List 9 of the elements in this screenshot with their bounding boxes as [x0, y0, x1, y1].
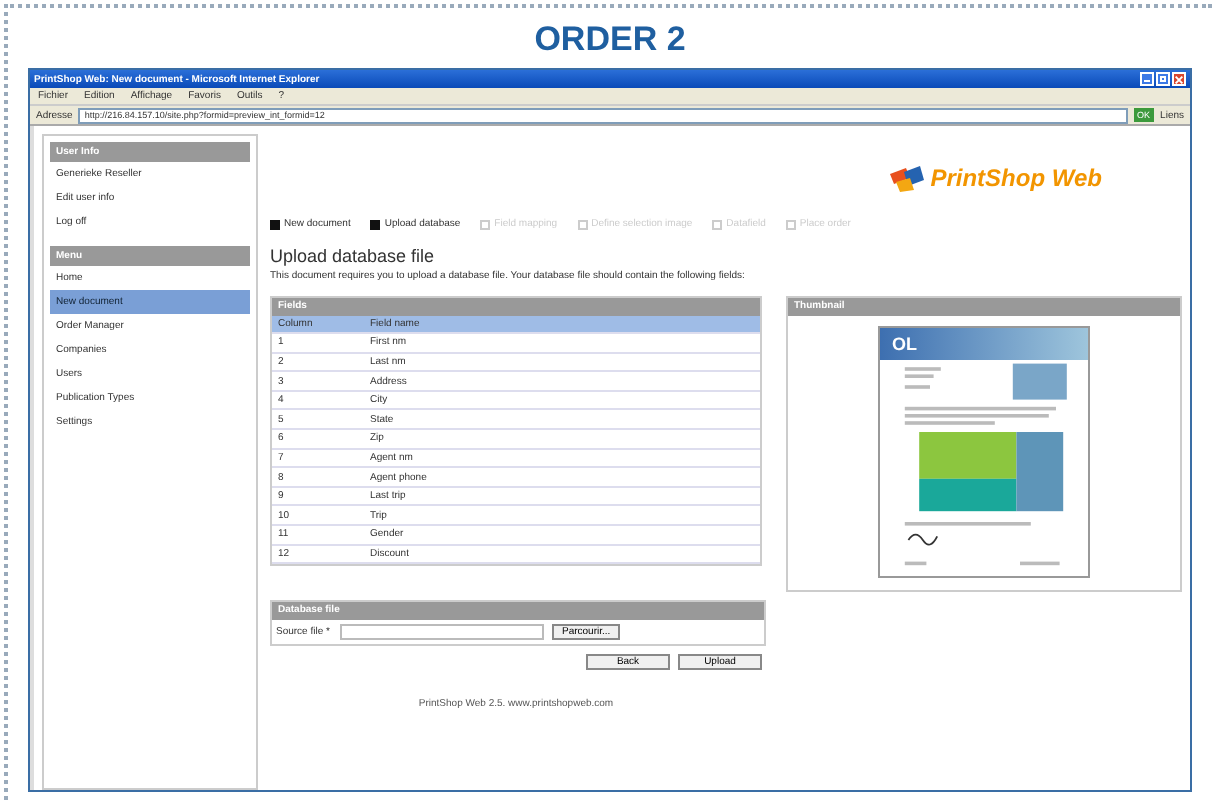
- minimize-icon[interactable]: [1140, 72, 1154, 86]
- document-heading: OL: [892, 334, 917, 354]
- close-icon[interactable]: [1172, 72, 1186, 86]
- logo-text: PrintShop Web: [930, 164, 1102, 192]
- puzzle-logo-icon: [886, 162, 927, 194]
- page-title: Upload database file: [270, 246, 437, 266]
- file-input-field[interactable]: [340, 623, 544, 639]
- page-heading: ORDER 2: [534, 20, 686, 60]
- maximize-icon[interactable]: [1156, 72, 1170, 86]
